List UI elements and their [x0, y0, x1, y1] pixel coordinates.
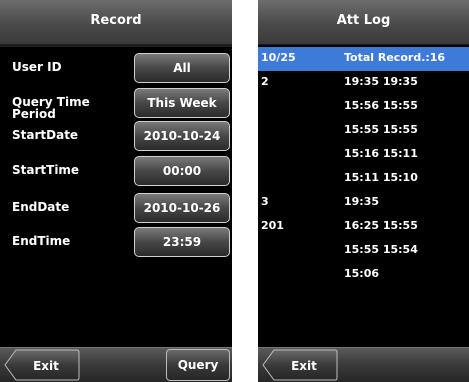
end-time-label: EndTime: [12, 234, 71, 248]
log-row[interactable]: 15:06: [258, 263, 469, 287]
log-row[interactable]: 15:11 15:10: [258, 167, 469, 191]
att-log-title-bar: Att Log: [258, 0, 469, 45]
record-screen: Record User ID All Query Time Period Thi…: [0, 0, 232, 382]
start-time-field[interactable]: 00:00: [134, 156, 230, 186]
log-times: 15:55 15:55: [344, 123, 418, 136]
record-bottom-bar: Exit Query: [0, 347, 232, 382]
end-date-label: EndDate: [12, 200, 70, 214]
log-times: 15:06: [344, 267, 380, 280]
exit-button-label: Exit: [33, 359, 59, 373]
exit-button[interactable]: Exit: [4, 349, 80, 381]
start-date-field[interactable]: 2010-10-24: [134, 121, 230, 151]
end-date-field[interactable]: 2010-10-26: [134, 193, 230, 223]
divider: [0, 45, 232, 47]
user-id-field[interactable]: All: [134, 53, 230, 83]
query-button[interactable]: Query: [166, 349, 230, 381]
log-user-id: 2: [261, 75, 269, 88]
log-row[interactable]: 15:55 15:54: [258, 239, 469, 263]
log-times: 15:55 15:54: [344, 243, 418, 256]
start-time-label: StartTime: [12, 163, 80, 177]
record-title: Record: [90, 13, 142, 28]
log-user-id: 3: [261, 195, 269, 208]
att-log-screen: Att Log 10/25 Total Record.:16 2 19:35 1…: [258, 0, 469, 382]
log-row[interactable]: 15:16 15:11: [258, 143, 469, 167]
log-date: 10/25: [261, 51, 296, 64]
log-user-id: 201: [261, 219, 284, 232]
exit-button-label: Exit: [291, 359, 317, 373]
log-times: 15:56 15:55: [344, 99, 418, 112]
att-log-bottom-bar: Exit: [258, 347, 469, 382]
log-row[interactable]: 15:56 15:55: [258, 95, 469, 119]
log-times: 19:35: [344, 195, 380, 208]
start-date-label: StartDate: [12, 128, 79, 142]
log-row[interactable]: 2 19:35 19:35: [258, 71, 469, 95]
log-times: 15:11 15:10: [344, 171, 418, 184]
user-id-label: User ID: [12, 60, 62, 74]
att-log-title: Att Log: [336, 13, 391, 28]
log-row[interactable]: 10/25 Total Record.:16: [258, 47, 469, 71]
log-row[interactable]: 3 19:35: [258, 191, 469, 215]
end-time-field[interactable]: 23:59: [134, 227, 230, 257]
log-row[interactable]: 201 16:25 15:55: [258, 215, 469, 239]
record-title-bar: Record: [0, 0, 232, 45]
log-total: Total Record.:16: [344, 51, 446, 64]
exit-button[interactable]: Exit: [262, 349, 338, 381]
query-time-period-field[interactable]: This Week: [134, 88, 230, 118]
log-times: 16:25 15:55: [344, 219, 418, 232]
log-row[interactable]: 15:55 15:55: [258, 119, 469, 143]
query-time-period-label: Query Time Period: [12, 95, 90, 121]
log-times: 15:16 15:11: [344, 147, 418, 160]
log-times: 19:35 19:35: [344, 75, 418, 88]
